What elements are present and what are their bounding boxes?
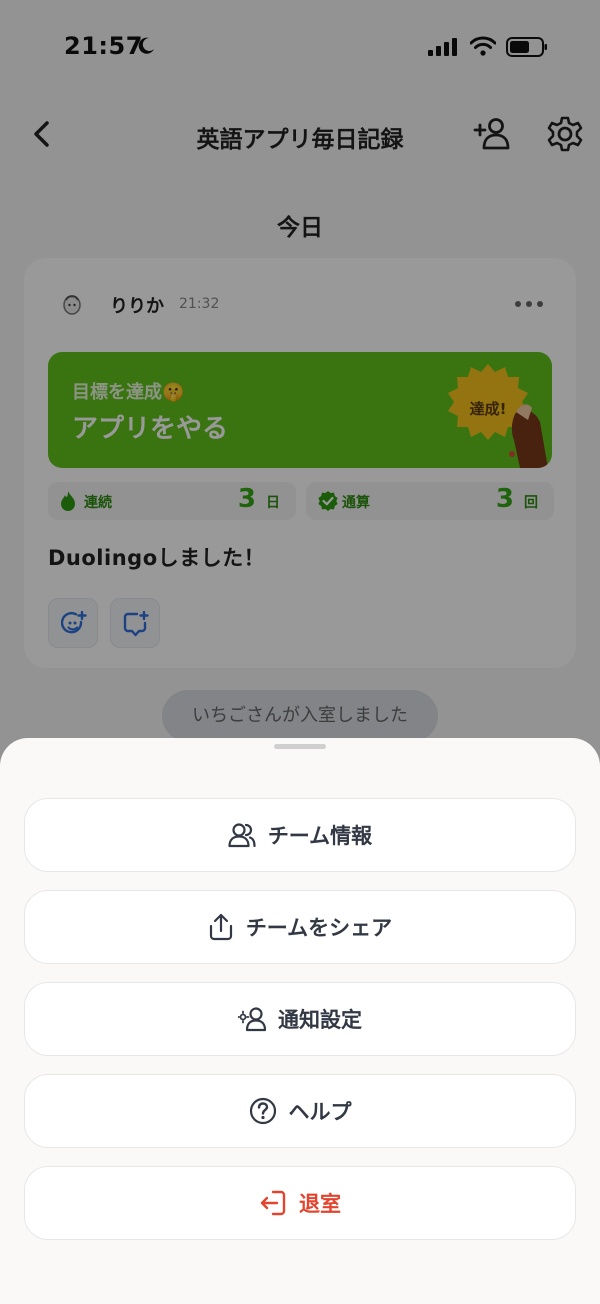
notification-settings-icon (238, 1007, 266, 1032)
chat-screen: 21:57 英語アプリ毎日記録 今日 りりか 21:32 目標を達成🤫 アプリを… (0, 0, 600, 1304)
share-team-label: チームをシェア (245, 916, 393, 940)
bottom-sheet: チーム情報 チームをシェア 通知設定 ヘルプ 退室 (0, 738, 600, 1304)
help-button[interactable]: ヘルプ (24, 1074, 576, 1148)
help-label: ヘルプ (288, 1100, 352, 1124)
leave-icon (260, 1190, 286, 1216)
leave-team-button[interactable]: 退室 (24, 1166, 576, 1240)
notification-settings-button[interactable]: 通知設定 (24, 982, 576, 1056)
team-info-label: チーム情報 (267, 824, 373, 848)
notification-settings-label: 通知設定 (278, 1008, 362, 1032)
sheet-grabber[interactable] (274, 744, 326, 749)
users-icon (228, 823, 256, 848)
share-icon (209, 913, 232, 941)
leave-team-label: 退室 (299, 1192, 341, 1216)
share-team-button[interactable]: チームをシェア (24, 890, 576, 964)
help-icon (249, 1097, 276, 1125)
team-info-button[interactable]: チーム情報 (24, 798, 576, 872)
